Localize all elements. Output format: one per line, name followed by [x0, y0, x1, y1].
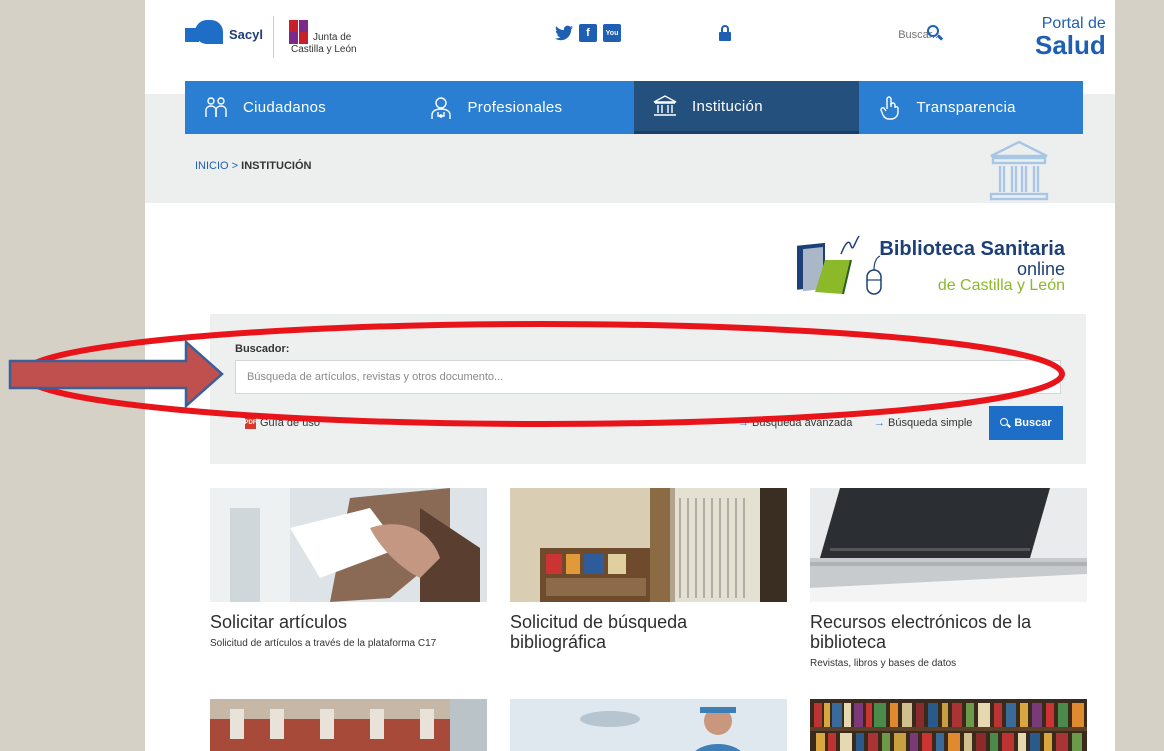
- institution-icon: [652, 93, 678, 119]
- card-solicitud-busqueda[interactable]: Solicitud de búsqueda bibliográfica: [510, 488, 787, 657]
- search-label: Buscador:: [235, 343, 290, 355]
- page: Sacyl Junta de Castilla y León f You Bus…: [145, 0, 1115, 751]
- card-title: Solicitar artículos: [210, 612, 348, 632]
- main-nav: Ciudadanos Profesionales Institución Tra…: [185, 81, 1083, 134]
- card-solicitar-articulos[interactable]: Solicitar artículos Solicitud de artícul…: [210, 488, 487, 650]
- nav-label: Institución: [692, 97, 763, 115]
- lock-icon[interactable]: [718, 25, 732, 41]
- breadcrumb-home[interactable]: INICIO: [195, 160, 229, 172]
- card-image: [810, 699, 1087, 751]
- search-panel: Buscador: PDF Guía de uso →Búsqueda avan…: [210, 314, 1086, 464]
- search-icon: [1000, 418, 1012, 428]
- youtube-icon[interactable]: You: [603, 24, 621, 42]
- card-desc: Revistas, libros y bases de datos: [810, 658, 957, 669]
- sacyl-logo[interactable]: Sacyl: [185, 20, 263, 48]
- portal-line2: Salud: [1035, 30, 1106, 60]
- header-search-input[interactable]: [821, 24, 941, 46]
- doctor-icon: [428, 95, 454, 121]
- advanced-search-link[interactable]: → Búsqueda avanzada: [738, 417, 852, 429]
- portal-salud-logo[interactable]: Portal de Salud: [1035, 16, 1106, 60]
- card-image: [210, 699, 487, 751]
- simple-search-link[interactable]: → Búsqueda simple: [874, 417, 972, 429]
- search-button-label: Buscar: [1014, 417, 1052, 429]
- institution-large-icon: [989, 140, 1049, 201]
- card-row2-1[interactable]: [210, 699, 487, 751]
- nav-item-ciudadanos[interactable]: Ciudadanos: [185, 81, 410, 134]
- pdf-icon: PDF: [245, 417, 257, 429]
- nav-label: Transparencia: [916, 99, 1016, 116]
- card-desc: Solicitud de artículos a través de la pl…: [210, 638, 437, 649]
- card-image: [810, 488, 1087, 602]
- arrow-right-icon: →: [874, 417, 885, 429]
- nav-label: Ciudadanos: [243, 99, 327, 116]
- nav-label: Profesionales: [467, 99, 563, 116]
- arrow-right-icon: →: [738, 417, 749, 429]
- coat-of-arms-icon: [289, 18, 309, 44]
- breadcrumb-current: INSTITUCIÓN: [241, 160, 312, 172]
- card-row2-2[interactable]: [510, 699, 787, 751]
- nav-item-institucion[interactable]: Institución: [634, 81, 859, 134]
- junta-line1: Junta de: [313, 32, 352, 43]
- biblioteca-logo: Biblioteca Sanitaria online de Castilla …: [795, 232, 1095, 304]
- site-header: Sacyl Junta de Castilla y León f You Bus…: [145, 0, 1115, 80]
- search-icon[interactable]: [927, 25, 944, 41]
- card-image: [510, 488, 787, 602]
- biblioteca-region: de Castilla y León: [937, 277, 1065, 294]
- twitter-icon[interactable]: [555, 24, 573, 42]
- card-recursos-electronicos[interactable]: Recursos electrónicos de la biblioteca R…: [810, 488, 1087, 670]
- guide-link-label: Guía de uso: [260, 417, 320, 429]
- facebook-icon[interactable]: f: [579, 24, 597, 42]
- biblioteca-title: Biblioteca Sanitaria: [879, 238, 1065, 260]
- sacyl-label: Sacyl: [229, 26, 263, 42]
- hand-icon: [877, 95, 903, 121]
- simple-search-label: Búsqueda simple: [888, 417, 973, 429]
- guide-link[interactable]: PDF Guía de uso: [245, 417, 320, 429]
- search-input[interactable]: [235, 360, 1061, 394]
- social-links: f You: [555, 24, 621, 42]
- sacyl-mark-icon: [185, 20, 223, 48]
- breadcrumb: INICIO > INSTITUCIÓN: [195, 160, 311, 172]
- card-title: Recursos electrónicos de la biblioteca: [810, 612, 1032, 652]
- nav-item-transparencia[interactable]: Transparencia: [859, 81, 1084, 134]
- search-button[interactable]: Buscar: [989, 406, 1063, 440]
- logo-divider: [273, 16, 274, 58]
- card-title: Solicitud de búsqueda bibliográfica: [510, 612, 688, 652]
- card-row2-3[interactable]: [810, 699, 1087, 751]
- nav-item-profesionales[interactable]: Profesionales: [410, 81, 635, 134]
- card-image: [510, 699, 787, 751]
- junta-line2: Castilla y León: [291, 44, 357, 55]
- card-image: [210, 488, 487, 602]
- advanced-search-label: Búsqueda avanzada: [752, 417, 853, 429]
- people-icon: [203, 95, 229, 121]
- breadcrumb-separator: >: [228, 160, 242, 172]
